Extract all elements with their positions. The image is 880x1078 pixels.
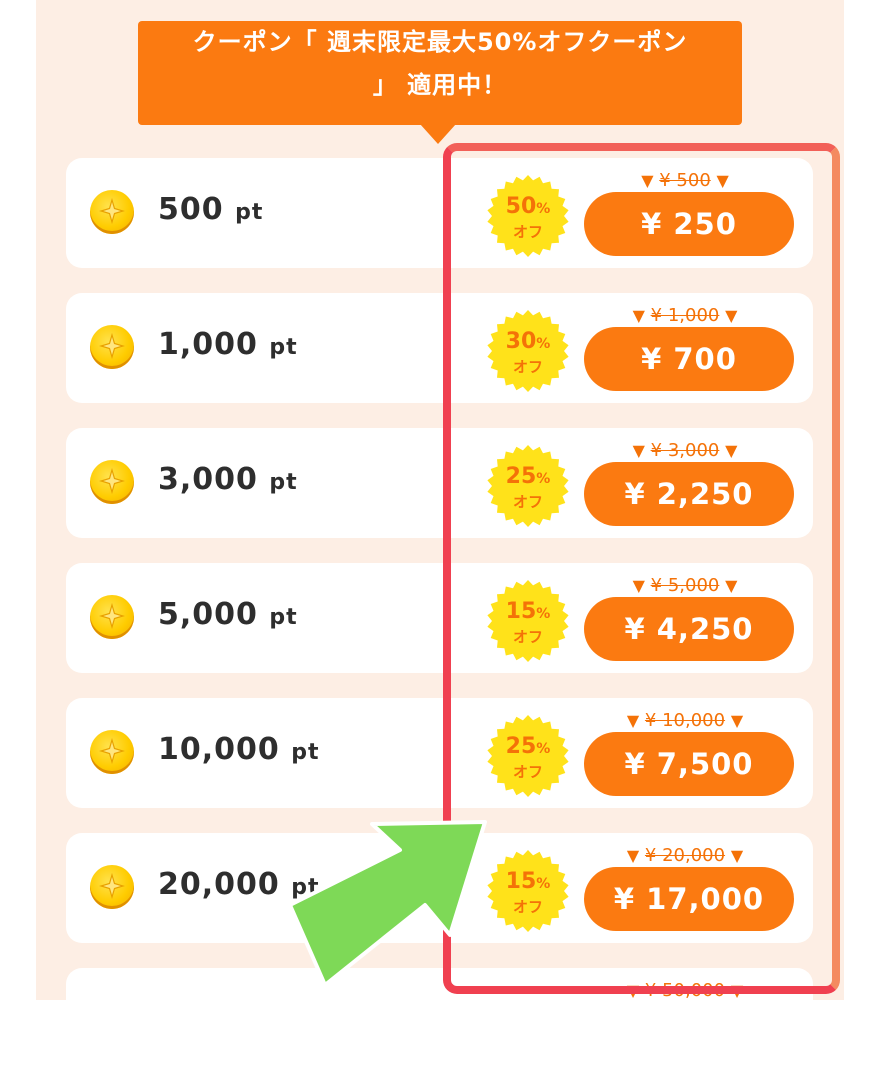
coupon-banner: クーポン「 週末限定最大50%オフクーポン 」 適用中！ (138, 21, 742, 125)
coin-icon (90, 460, 134, 504)
coin-icon (90, 325, 134, 369)
buy-price-button[interactable]: ¥ 250 (584, 192, 794, 256)
original-price: ▼ ¥ 1,000 ▼ (632, 305, 738, 326)
discount-off-label: オフ (512, 358, 543, 376)
discount-percent: 25% (505, 464, 551, 489)
points-amount: 5,000 pt (158, 597, 298, 632)
points-value: 1,000 (158, 327, 270, 362)
coin-package-row: 500 pt 50% オフ ▼ ¥ 500 ▼ ¥ 250 (66, 158, 813, 268)
buy-price-button[interactable]: ¥ 4,250 (584, 597, 794, 661)
discount-off-label: オフ (512, 763, 543, 781)
discount-percent: 15% (505, 599, 551, 624)
discount-badge: 30% オフ (486, 309, 570, 393)
buy-price-button[interactable]: ¥ 2,250 (584, 462, 794, 526)
discount-badge: 15% オフ (486, 579, 570, 663)
coin-icon (90, 865, 134, 909)
points-unit: pt (269, 335, 298, 360)
points-amount: 1,000 pt (158, 327, 298, 362)
green-arrow-icon (288, 820, 487, 987)
points-amount: 500 pt (158, 192, 263, 227)
points-value: 3,000 (158, 462, 270, 497)
points-amount: 3,000 pt (158, 462, 298, 497)
discount-off-label: オフ (512, 493, 543, 511)
discount-off-label: オフ (512, 628, 543, 646)
points-value: 20,000 (158, 867, 292, 902)
points-value: 500 (158, 192, 236, 227)
original-price: ▼ ¥ 500 ▼ (641, 170, 729, 191)
coupon-banner-line-2: 」 適用中！ (372, 71, 508, 99)
buy-price-button[interactable]: ¥ 17,000 (584, 867, 794, 931)
coupon-banner-line-1: クーポン「 週末限定最大50%オフクーポン (192, 28, 688, 56)
coin-package-row: 3,000 pt 25% オフ ▼ ¥ 3,000 ▼ ¥ 2,250 (66, 428, 813, 538)
original-price: ▼ ¥ 5,000 ▼ (632, 575, 738, 596)
points-unit: pt (291, 740, 320, 765)
buy-price-button[interactable]: ¥ 700 (584, 327, 794, 391)
coin-package-row: 1,000 pt 30% オフ ▼ ¥ 1,000 ▼ ¥ 700 (66, 293, 813, 403)
coin-package-row: 5,000 pt 15% オフ ▼ ¥ 5,000 ▼ ¥ 4,250 (66, 563, 813, 673)
points-value: 10,000 (158, 732, 292, 767)
discount-off-label: オフ (512, 223, 543, 241)
coin-package-row: 10,000 pt 25% オフ ▼ ¥ 10,000 ▼ ¥ 7,500 (66, 698, 813, 808)
original-price: ▼ ¥ 50,000 ▼ (626, 980, 744, 1001)
discount-badge: 50% オフ (486, 174, 570, 258)
points-unit: pt (269, 470, 298, 495)
coin-icon (90, 595, 134, 639)
points-unit: pt (269, 605, 298, 630)
original-price: ▼ ¥ 10,000 ▼ (626, 710, 744, 731)
buy-price-button[interactable]: ¥ 7,500 (584, 732, 794, 796)
points-value: 5,000 (158, 597, 270, 632)
discount-percent: 30% (505, 329, 551, 354)
coupon-banner-pointer (420, 124, 456, 144)
coin-icon (90, 730, 134, 774)
original-price: ▼ ¥ 20,000 ▼ (626, 845, 744, 866)
discount-percent: 50% (505, 194, 551, 219)
points-amount: 10,000 pt (158, 732, 319, 767)
discount-badge: 25% オフ (486, 444, 570, 528)
coin-icon (90, 190, 134, 234)
original-price: ▼ ¥ 3,000 ▼ (632, 440, 738, 461)
points-unit: pt (235, 200, 264, 225)
discount-badge: 25% オフ (486, 714, 570, 798)
discount-percent: 25% (505, 734, 551, 759)
